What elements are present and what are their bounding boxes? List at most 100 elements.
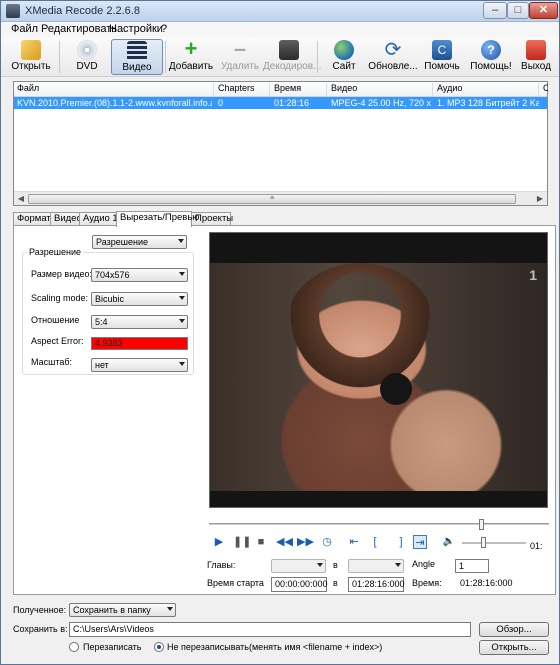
maximize-button[interactable]: □ [507,2,529,19]
scale-select[interactable]: нет [91,358,188,372]
mark-in-icon[interactable]: [ [368,535,382,549]
microphone-shape [380,373,412,405]
donate-button[interactable]: C Помочь [416,39,468,75]
table-row[interactable]: KVN.2010.Premier.(08).1.1-2.www.kvnforal… [14,97,547,109]
column-header-audio[interactable]: Аудио [434,83,539,96]
scroll-left-icon[interactable]: ◀ [14,193,28,205]
question-icon: ? [481,40,501,60]
chevron-down-icon [317,563,323,567]
video-button[interactable]: Видео [111,39,163,75]
chapters-end-select[interactable] [348,559,404,573]
close-button[interactable]: ✕ [529,2,558,19]
no-overwrite-radio[interactable] [154,642,164,652]
aspect-error-value: 4.9383 [91,337,188,350]
aspect-ratio-label: Отношение [31,315,80,325]
fast-forward-icon[interactable]: ▶▶ [297,535,314,549]
open-folder-button[interactable]: Открыть... [479,640,549,655]
exit-icon [526,40,546,60]
chapters-label: Главы: [207,560,236,570]
time-end-label: 01: [530,541,543,551]
horizontal-scrollbar[interactable]: ◀ ≡ ▶ [14,191,547,205]
rewind-icon[interactable]: ◀◀ [276,535,293,549]
save-to-label: Сохранить в: [13,624,68,634]
menu-settings[interactable]: Настройки [109,23,163,35]
aspect-error-label: Aspect Error: [31,336,84,346]
refresh-icon: ⟳ [384,39,402,61]
chapters-start-select[interactable] [271,559,326,573]
save-path-input[interactable]: C:\Users\Ars\Videos [69,622,471,637]
resolution-group: Разрешение Размер видео: 704x576 Scaling… [22,247,194,375]
scaling-mode-label: Scaling mode: [31,293,89,303]
browse-button[interactable]: Обзор... [479,622,549,637]
start-time-input[interactable]: 00:00:00:000 [271,577,328,592]
title-bar: XMedia Recode 2.2.6.8 – □ ✕ [1,1,559,22]
volume-icon[interactable]: 🔈 [442,535,456,549]
scale-label: Масштаб: [31,357,73,367]
globe-icon [334,40,354,60]
volume-thumb[interactable] [481,537,486,548]
menu-help[interactable]: ? [161,23,167,35]
decode-button[interactable]: Декодиров... [263,39,321,75]
chevron-down-icon [179,296,185,300]
volume-slider[interactable] [462,537,526,548]
channel-logo: 1 [529,267,537,283]
start-time-label: Время старта [207,578,264,588]
menu-edit[interactable]: Редактировать [41,23,117,35]
angle-spinner[interactable]: 1 [455,559,489,573]
column-header-chapters[interactable]: Chapters [215,83,270,96]
scroll-thumb[interactable]: ≡ [28,194,516,204]
scaling-mode-select[interactable]: Bicubic [91,292,188,306]
chapters-in-label: в [333,560,338,570]
video-size-select[interactable]: 704x576 [91,268,188,282]
exit-button[interactable]: Выход [514,39,558,75]
mark-out-icon[interactable]: ] [394,535,408,549]
chevron-down-icon [179,319,185,323]
seek-thumb[interactable] [479,519,484,530]
end-time-input[interactable]: 01:28:16:000 [348,577,405,592]
file-list[interactable]: Файл Chapters Время Видео Аудио С KVN.20… [13,81,548,206]
chevron-down-icon [179,272,185,276]
tab-video[interactable]: Видео [50,212,82,226]
overwrite-radio[interactable] [69,642,79,652]
add-button[interactable]: + Добавить [165,38,217,75]
tab-cut-preview[interactable]: Вырезать/Превью [116,211,199,227]
website-button[interactable]: Сайт [318,39,370,75]
decode-icon [279,40,299,60]
delete-button[interactable]: – Удалить [214,36,266,75]
play-icon[interactable]: ▶ [212,535,226,549]
tab-audio-1[interactable]: Аудио 1 [79,212,118,226]
angle-label: Angle [412,559,436,569]
pause-icon[interactable]: ❚❚ [233,535,251,549]
cell-file: KVN.2010.Premier.(08).1.1-2.www.kvnforal… [17,98,212,108]
tab-format[interactable]: Формат [13,212,51,226]
go-start-icon[interactable]: ⇤ [347,535,361,549]
duration-value: 01:28:16:000 [460,578,513,588]
scroll-right-icon[interactable]: ▶ [533,193,547,205]
aspect-ratio-select[interactable]: 5:4 [91,315,188,329]
mode-select[interactable]: Разрешение [92,235,187,249]
video-size-label: Размер видео: [31,269,93,279]
dvd-button[interactable]: DVD [61,39,113,75]
chevron-down-icon [395,563,401,567]
stop-icon[interactable]: ■ [254,535,268,549]
window-title: XMedia Recode 2.2.6.8 [25,5,140,17]
minimize-button[interactable]: – [483,2,507,19]
open-button[interactable]: Открыть [5,39,57,75]
clock-icon[interactable]: ◷ [320,535,334,549]
menu-file[interactable]: Файл [11,23,38,35]
video-subject [285,263,435,393]
column-header-video[interactable]: Видео [328,83,433,96]
column-header-more[interactable]: С [540,83,548,96]
help-button[interactable]: ? Помощь! [465,39,517,75]
column-header-time[interactable]: Время [271,83,327,96]
update-button[interactable]: ⟳ Обновле... [367,39,419,75]
go-end-icon[interactable]: ⇥ [413,535,427,549]
file-list-header: Файл Chapters Время Видео Аудио С [14,82,548,97]
menu-bar: Файл Редактировать Настройки ? [1,22,559,37]
toolbar: Открыть DVD Видео + Добавить – Удалить Д… [1,37,559,77]
video-preview[interactable]: 1 [209,232,548,508]
seek-slider[interactable] [209,519,549,530]
column-header-file[interactable]: Файл [14,83,214,96]
output-select[interactable]: Сохранить в папку [69,603,176,617]
minus-icon: – [233,36,247,61]
